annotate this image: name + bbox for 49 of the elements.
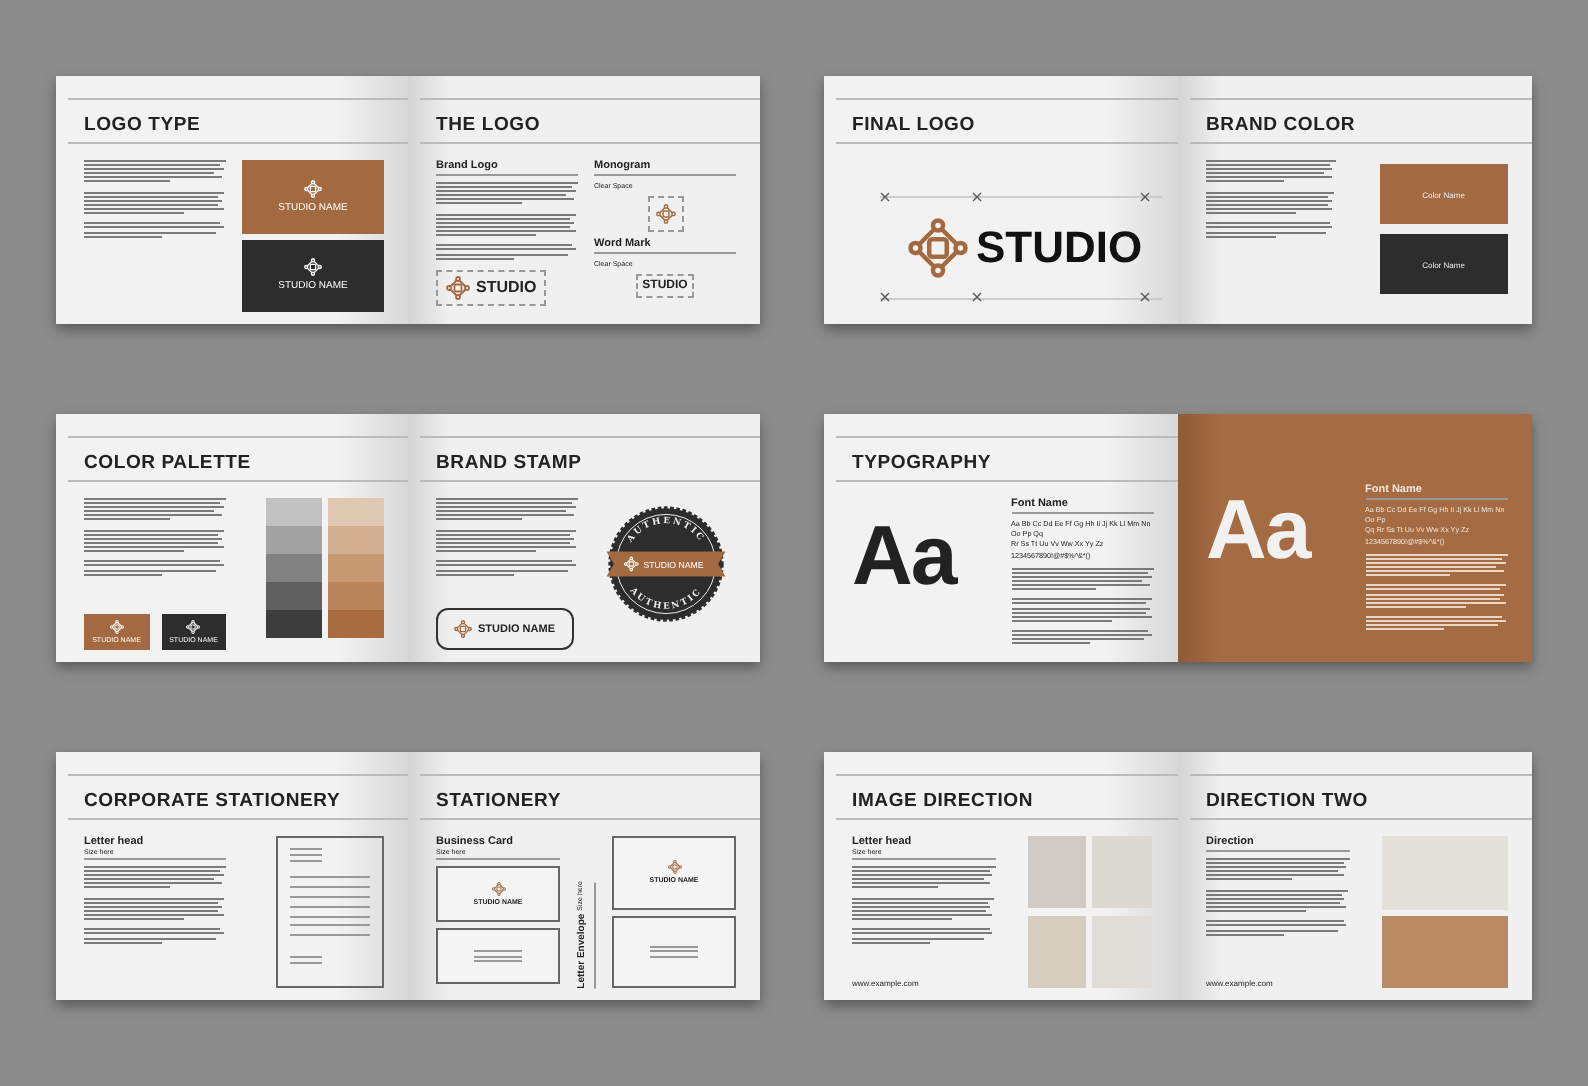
- logo-mark-icon: [655, 204, 675, 224]
- logo-wordmark: STUDIO: [976, 222, 1143, 274]
- page-title: THE LOGO: [436, 114, 541, 136]
- page-title: COLOR PALETTE: [84, 452, 251, 474]
- logo-mark-icon: [446, 275, 470, 300]
- text-lines-drawing: [84, 866, 226, 944]
- cross-mark-icon: [972, 192, 983, 202]
- text-lines-drawing: [84, 160, 226, 238]
- page-title: FINAL LOGO: [852, 114, 975, 136]
- logo-mark-icon: [622, 556, 638, 572]
- cross-mark-icon: [1139, 192, 1150, 202]
- cross-mark-icon: [972, 292, 983, 302]
- logo-mark-icon: [304, 179, 322, 198]
- logo-mark-icon: [491, 882, 505, 896]
- page-title: BRAND COLOR: [1206, 114, 1356, 136]
- page-title: CORPORATE STATIONERY: [84, 790, 341, 812]
- text-lines-drawing: [436, 498, 578, 576]
- text-lines-drawing: [852, 866, 995, 944]
- logo-wordmark: STUDIO: [476, 278, 537, 297]
- page-title: BRAND STAMP: [436, 452, 582, 474]
- card-back-drawing: [436, 928, 560, 984]
- logo-mark-icon: [304, 258, 322, 277]
- type-sample: Aa: [852, 514, 959, 598]
- page-title: LOGO TYPE: [84, 114, 201, 136]
- card-back-drawing: [612, 915, 736, 988]
- text-lines-drawing: [1365, 553, 1508, 631]
- text-lines-drawing: [1206, 160, 1335, 238]
- text-lines-drawing: [1011, 567, 1154, 645]
- photo-placeholder: [1092, 836, 1152, 908]
- type-sample: Aa: [1206, 488, 1313, 572]
- photo-placeholder: [1027, 836, 1087, 908]
- photo-placeholder: [1027, 915, 1087, 987]
- logo-mark-icon: [454, 620, 472, 638]
- cross-mark-icon: [1139, 292, 1150, 302]
- photo-placeholder: [1381, 915, 1508, 988]
- cross-mark-icon: [879, 192, 890, 202]
- logo-mark-icon: [667, 860, 681, 875]
- page-title: DIRECTION TWO: [1206, 790, 1368, 812]
- page-title: STATIONERY: [436, 790, 561, 812]
- page-title: IMAGE DIRECTION: [852, 790, 1034, 812]
- text-lines-drawing: [84, 498, 226, 576]
- photo-placeholder: [1092, 915, 1152, 987]
- text-lines-drawing: [436, 182, 578, 260]
- logo-mark-icon: [109, 620, 124, 634]
- text-lines-drawing: [1206, 858, 1349, 936]
- cross-mark-icon: [879, 292, 890, 302]
- logo-mark-icon: [186, 620, 201, 634]
- logo-mark-icon: [908, 218, 968, 278]
- page-title: TYPOGRAPHY: [852, 452, 992, 474]
